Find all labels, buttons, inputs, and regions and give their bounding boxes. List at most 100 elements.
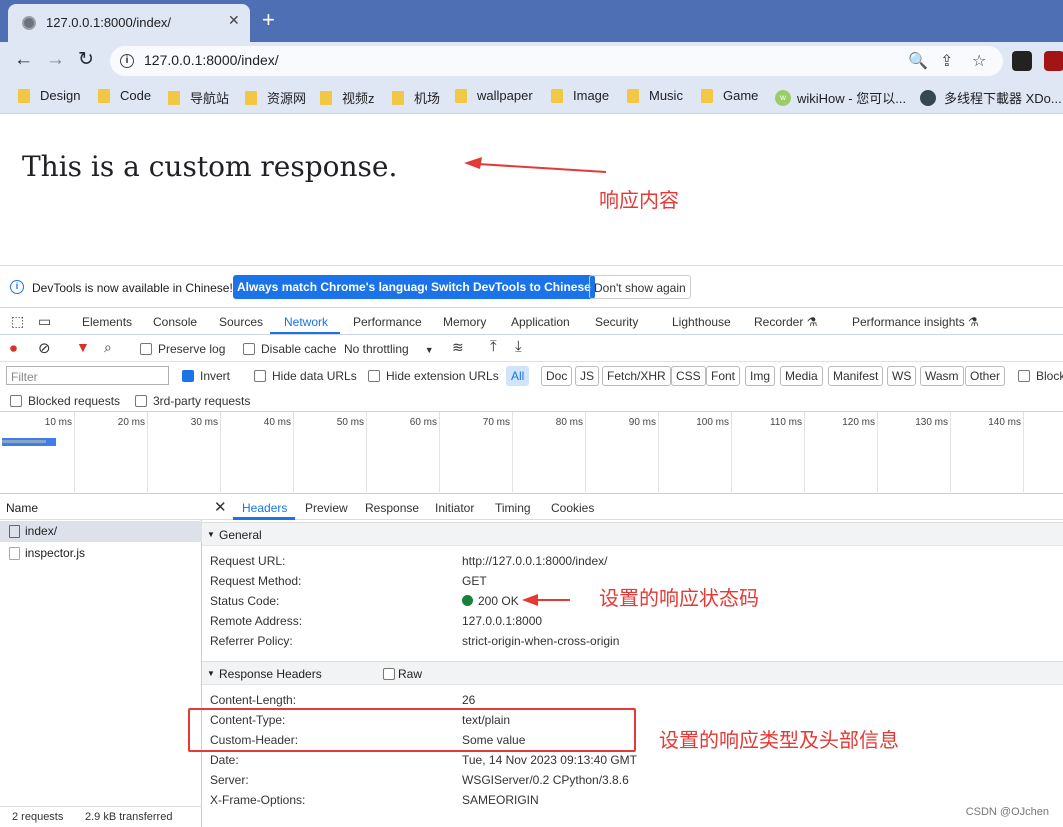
status-code-value: 200 OK [462, 594, 519, 608]
always-match-language-button[interactable]: Always match Chrome's language [233, 275, 436, 299]
timeline-gridline [950, 412, 951, 492]
response-value: WSGIServer/0.2 CPython/3.8.6 [462, 773, 629, 787]
record-icon[interactable]: ⏺ [10, 340, 17, 357]
tab-sources[interactable]: Sources [219, 315, 263, 329]
tab-application[interactable]: Application [511, 315, 570, 329]
tab-performance[interactable]: Performance [353, 315, 422, 329]
timeline-tick-label: 80 ms [555, 417, 583, 428]
tab-performance-insights[interactable]: Performance insights ⚗ [852, 315, 979, 329]
general-section-header[interactable]: ▼ General [202, 522, 1063, 546]
status-ok-dot-icon [462, 595, 473, 606]
timeline-gridline [366, 412, 367, 492]
filter-chip-img[interactable]: Img [745, 366, 776, 386]
response-headers-section-header[interactable]: ▼ Response Headers Raw [202, 661, 1063, 685]
document-file-icon [9, 525, 20, 538]
disable-cache-checkbox[interactable]: Disable cache [243, 342, 336, 356]
annotation-headers: 设置的响应类型及头部信息 [659, 728, 899, 752]
tab-response[interactable]: Response [365, 501, 419, 515]
device-toolbar-icon[interactable]: ▭ [38, 313, 51, 330]
hide-extension-urls-checkbox[interactable]: Hide extension URLs [368, 369, 499, 383]
response-key: Date: [210, 753, 239, 767]
response-key: Content-Length: [210, 693, 297, 707]
export-har-icon[interactable]: ⤓ [515, 338, 522, 355]
headers-tab-underline [233, 517, 295, 520]
filter-chip-media[interactable]: Media [780, 366, 823, 386]
filter-chip-ws[interactable]: WS [887, 366, 917, 386]
response-key: X-Frame-Options: [210, 793, 306, 807]
response-value: Tue, 14 Nov 2023 09:13:40 GMT [462, 753, 637, 767]
filter-chip-css[interactable]: CSS [671, 366, 706, 386]
info-icon: i [10, 280, 24, 294]
timeline-tick-label: 90 ms [628, 417, 656, 428]
invert-checkbox[interactable]: Invert [182, 369, 230, 383]
clear-icon[interactable]: ⊘ [38, 339, 51, 357]
network-toolbar: ⏺ ⊘ ▼ ⌕ Preserve log Disable cache No th… [0, 335, 1063, 362]
tab-memory[interactable]: Memory [443, 315, 486, 329]
timeline-tick-label: 50 ms [336, 417, 364, 428]
preserve-log-checkbox[interactable]: Preserve log [140, 342, 225, 356]
timeline-tick-label: 120 ms [842, 417, 875, 428]
timeline-gridline [220, 412, 221, 492]
throttling-select[interactable]: No throttling ▼ [344, 342, 434, 356]
dont-show-again-button[interactable]: Don't show again [589, 275, 691, 299]
request-list-header[interactable]: Name [0, 494, 202, 520]
timeline-gridline [877, 412, 878, 492]
filter-input[interactable]: Filter [6, 366, 169, 385]
general-key: Status Code: [210, 594, 280, 608]
switch-to-chinese-button[interactable]: Switch DevTools to Chinese [427, 275, 595, 299]
timeline-gridline [731, 412, 732, 492]
network-conditions-icon[interactable]: ≋ [452, 339, 464, 356]
tab-security[interactable]: Security [595, 315, 638, 329]
blocked-requests-checkbox[interactable]: Blocked requests [10, 394, 120, 408]
timeline-gridline [1023, 412, 1024, 492]
timeline-tick-label: 110 ms [769, 417, 802, 428]
blocked-row: Blocked requests 3rd-party requests [0, 388, 1063, 412]
script-file-icon [9, 547, 20, 560]
timeline-gridline [74, 412, 75, 492]
general-key: Remote Address: [210, 614, 303, 628]
general-value: 127.0.0.1:8000 [462, 614, 543, 628]
filter-chip-fetch[interactable]: Fetch/XHR [602, 366, 671, 386]
tab-headers[interactable]: Headers [242, 501, 287, 515]
tab-recorder[interactable]: Recorder ⚗ [754, 315, 817, 329]
checkbox-icon [10, 395, 22, 407]
blocked-cookies-checkbox[interactable]: Block [1018, 369, 1063, 383]
hide-data-urls-checkbox[interactable]: Hide data URLs [254, 369, 357, 383]
search-icon[interactable]: ⌕ [104, 339, 112, 356]
filter-chip-wasm[interactable]: Wasm [920, 366, 964, 386]
devtools-infobar: i DevTools is now available in Chinese! … [0, 266, 1063, 308]
close-detail-icon[interactable]: ✕ [214, 498, 227, 516]
filter-chip-font[interactable]: Font [706, 366, 741, 386]
tab-timing[interactable]: Timing [495, 501, 531, 515]
tab-network[interactable]: Network [284, 315, 328, 329]
raw-checkbox[interactable]: Raw [383, 662, 422, 686]
watermark-credit: CSDN @OJchen [965, 806, 1049, 818]
timeline-tick-label: 140 ms [988, 417, 1021, 428]
tab-console[interactable]: Console [153, 315, 197, 329]
general-value: GET [462, 574, 487, 588]
filter-icon[interactable]: ▼ [76, 339, 90, 355]
filter-chip-doc[interactable]: Doc [541, 366, 573, 386]
import-har-icon[interactable]: ⤒ [490, 338, 497, 355]
tab-cookies[interactable]: Cookies [551, 501, 594, 515]
general-key: Request URL: [210, 554, 286, 568]
timeline-tick-label: 100 ms [696, 417, 729, 428]
third-party-checkbox[interactable]: 3rd-party requests [135, 394, 250, 408]
inspect-element-icon[interactable]: ⬚ [11, 313, 24, 330]
filter-chip-other[interactable]: Other [965, 366, 1006, 386]
network-status-bar: 2 requests 2.9 kB transferred [0, 806, 202, 827]
checkbox-icon [1018, 370, 1030, 382]
timeline-gridline [293, 412, 294, 492]
filter-chip-js[interactable]: JS [575, 366, 600, 386]
request-row-index[interactable]: index/ [0, 521, 202, 542]
request-row-inspector[interactable]: inspector.js [0, 543, 202, 564]
timeline-overview[interactable]: 10 ms 20 ms 30 ms 40 ms 50 ms 60 ms 70 ms 80 ms… [0, 412, 1063, 494]
timeline-gridline [658, 412, 659, 492]
tab-preview[interactable]: Preview [305, 501, 348, 515]
tab-initiator[interactable]: Initiator [435, 501, 474, 515]
tab-elements[interactable]: Elements [82, 315, 132, 329]
filter-chip-all[interactable]: All [506, 366, 530, 386]
timeline-gridline [439, 412, 440, 492]
tab-lighthouse[interactable]: Lighthouse [672, 315, 731, 329]
filter-chip-manifest[interactable]: Manifest [828, 366, 884, 386]
